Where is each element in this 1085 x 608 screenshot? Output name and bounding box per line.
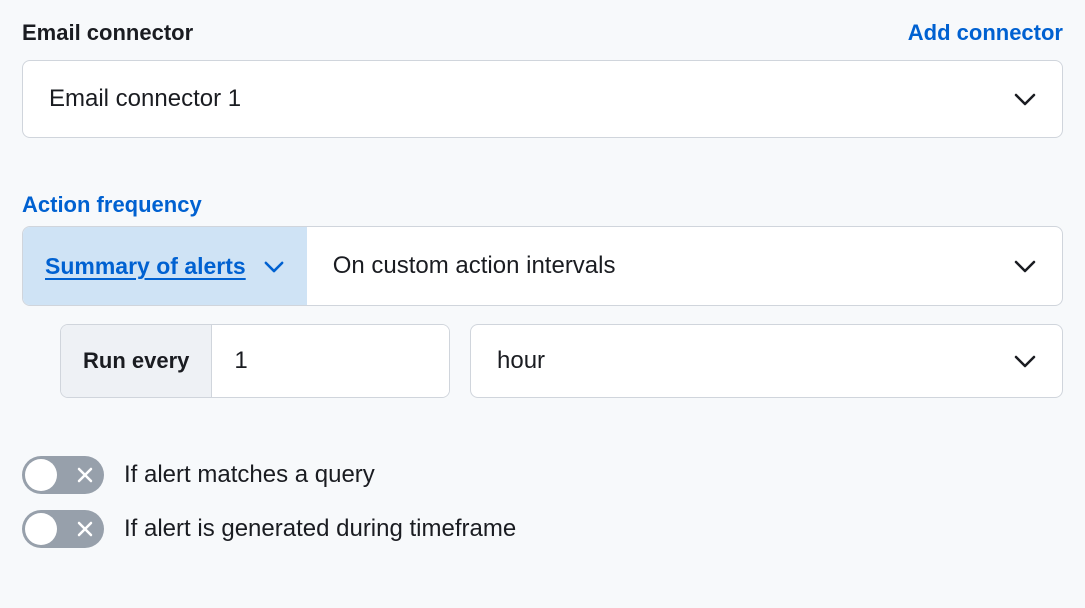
action-frequency-row: Summary of alerts On custom action inter… [22,226,1063,306]
action-frequency-label: Action frequency [22,192,1063,218]
action-interval-select[interactable]: On custom action intervals [307,227,1062,305]
chevron-down-icon [1014,92,1036,106]
add-connector-link[interactable]: Add connector [908,20,1063,46]
run-every-input[interactable] [212,325,449,397]
alert-matches-query-toggle[interactable] [22,456,104,494]
toggle-thumb [25,513,57,545]
x-icon [76,520,94,538]
alert-during-timeframe-toggle[interactable] [22,510,104,548]
run-every-group: Run every [60,324,450,398]
email-connector-select[interactable]: Email connector 1 [22,60,1063,138]
summary-of-alerts-label: Summary of alerts [45,253,246,280]
chevron-down-icon [1014,354,1036,368]
x-icon [76,466,94,484]
alert-matches-query-label: If alert matches a query [124,461,375,489]
run-every-label: Run every [61,325,212,397]
action-interval-value: On custom action intervals [333,252,616,280]
toggle-thumb [25,459,57,491]
email-connector-label: Email connector [22,20,193,46]
chevron-down-icon [1014,259,1036,273]
summary-of-alerts-select[interactable]: Summary of alerts [23,227,307,305]
chevron-down-icon [264,260,284,273]
run-every-unit-value: hour [497,347,545,375]
run-every-unit-select[interactable]: hour [470,324,1063,398]
email-connector-value: Email connector 1 [49,85,241,113]
alert-during-timeframe-label: If alert is generated during timeframe [124,515,516,543]
